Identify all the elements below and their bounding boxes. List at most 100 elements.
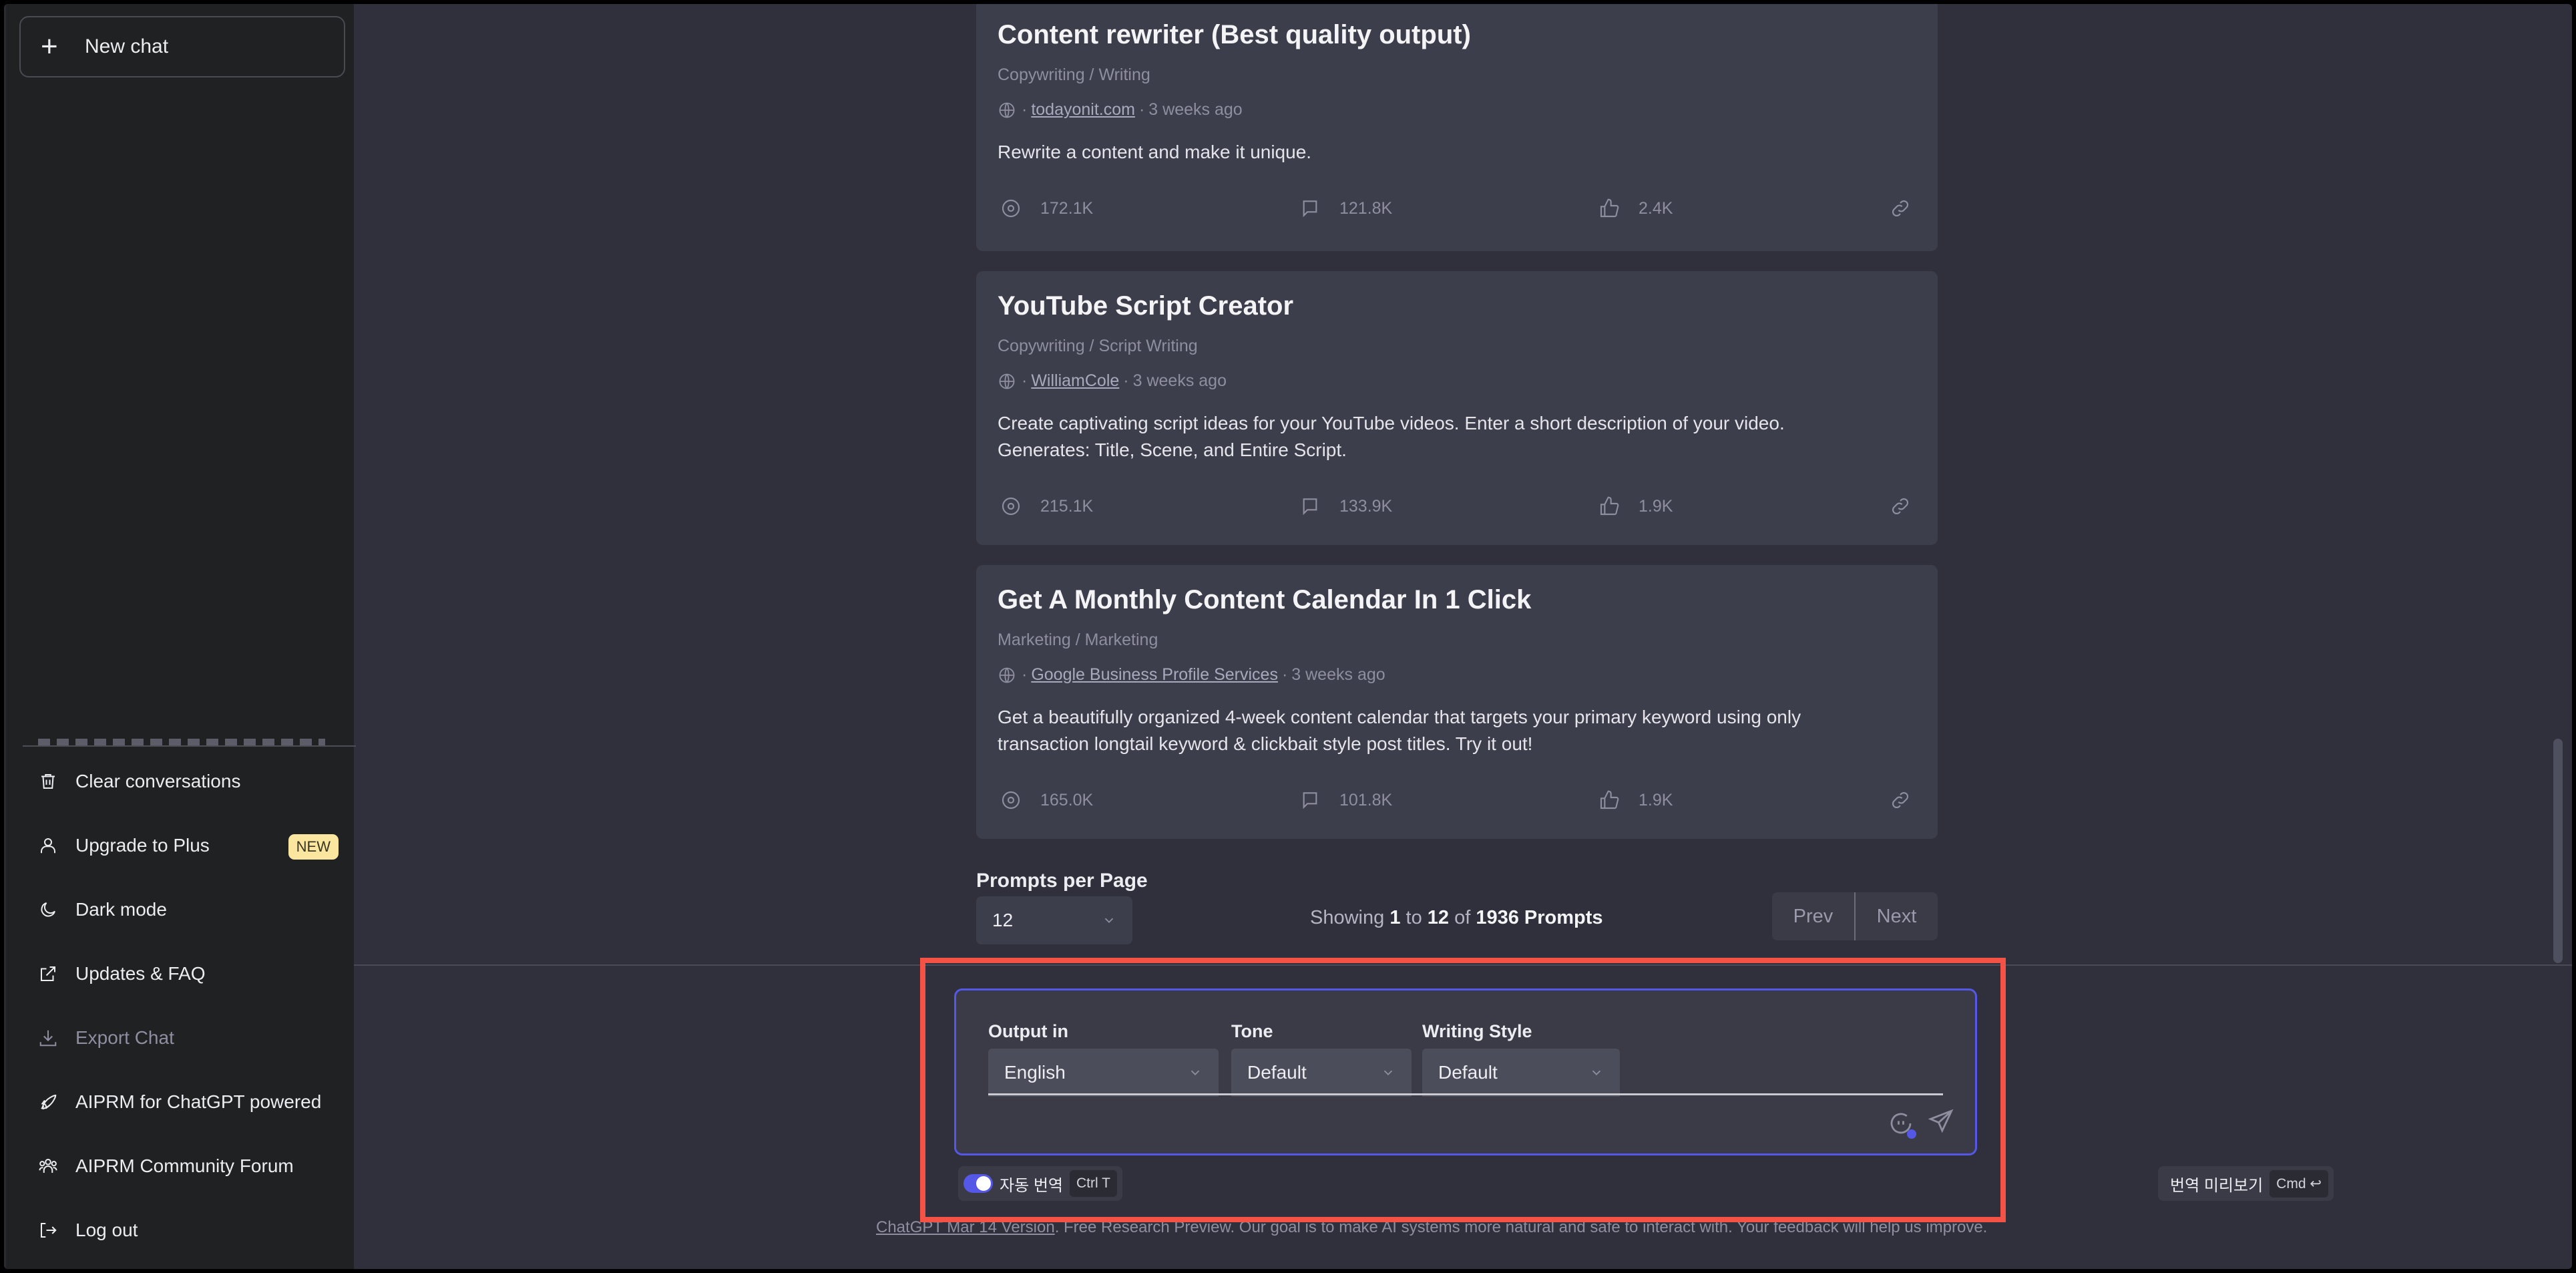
prompt-age: 3 weeks ago: [1132, 371, 1227, 390]
sidebar-item-label: Dark mode: [75, 899, 167, 920]
link-icon: [1892, 791, 1909, 809]
chevron-down-icon: [1383, 1070, 1393, 1076]
likes-stat[interactable]: 1.9K: [1598, 496, 1673, 517]
prompt-stats: 172.1K 121.8K 2.4K: [998, 198, 1911, 224]
showing-prefix: Showing: [1310, 907, 1385, 928]
comments-count: 101.8K: [1339, 790, 1393, 809]
prompts-per-page-select[interactable]: 12: [976, 896, 1132, 944]
thumbs-up-icon: [1600, 198, 1619, 218]
globe-icon: [999, 667, 1015, 683]
prompt-title[interactable]: Get A Monthly Content Calendar In 1 Clic…: [998, 585, 1531, 615]
link-icon: [1892, 200, 1909, 217]
comment-icon: [1303, 792, 1317, 809]
auto-translate-control: 자동 번역 Ctrl T: [958, 1166, 1122, 1201]
output-language-select[interactable]: English: [988, 1049, 1219, 1097]
new-chat-label: New chat: [85, 35, 169, 57]
new-chat-button[interactable]: + New chat: [19, 16, 345, 77]
globe-icon: [999, 373, 1015, 389]
pager: Prev Next: [1772, 892, 1938, 940]
chevron-down-icon: [1191, 1070, 1200, 1076]
sidebar-item-log-out[interactable]: Log out: [38, 1210, 339, 1250]
likes-count: 1.9K: [1639, 496, 1673, 516]
logout-icon: [38, 1220, 58, 1240]
prompt-title[interactable]: YouTube Script Creator: [998, 291, 1293, 321]
likes-stat[interactable]: 1.9K: [1598, 789, 1673, 811]
prompt-stats: 165.0K 101.8K 1.9K: [998, 789, 1911, 816]
separator: ·: [1022, 371, 1028, 390]
chevron-down-icon: [1104, 918, 1114, 924]
sidebar-item-aiprm-powered[interactable]: AIPRM for ChatGPT powered: [38, 1082, 339, 1122]
prompt-description: Create captivating script ideas for your…: [998, 413, 1785, 460]
likes-count: 1.9K: [1639, 790, 1673, 809]
sidebar-item-label: Log out: [75, 1220, 138, 1240]
prompt-card[interactable]: Content rewriter (Best quality output) C…: [976, 4, 1938, 251]
sidebar-item-clear-conversations[interactable]: Clear conversations: [38, 761, 339, 801]
sidebar-item-label: Updates & FAQ: [75, 963, 206, 984]
tone-select[interactable]: Default: [1231, 1049, 1412, 1097]
link-icon: [1892, 498, 1909, 515]
eye-icon: [1002, 497, 1020, 516]
shortcut-badge: Cmd ↩: [2270, 1169, 2328, 1198]
total-prompts: 1936 Prompts: [1476, 907, 1603, 928]
prompt-category: Copywriting / Script Writing: [998, 337, 1198, 355]
prompt-title[interactable]: Content rewriter (Best quality output): [998, 20, 1471, 50]
output-language-label: Output in: [988, 1021, 1068, 1041]
writing-style-select[interactable]: Default: [1422, 1049, 1620, 1097]
comments-stat: 121.8K: [1299, 198, 1392, 219]
output-language-value: English: [1004, 1062, 1066, 1083]
sidebar-item-community-forum[interactable]: AIPRM Community Forum: [38, 1146, 339, 1186]
pagination-summary: Showing 1 to 12 of 1936 Prompts: [1310, 907, 1603, 929]
per-page-value: 12: [992, 910, 1014, 930]
copy-link-button[interactable]: [1890, 496, 1911, 517]
prompt-input-box[interactable]: Output in English Tone Default Writing S…: [954, 988, 1977, 1155]
copy-link-button[interactable]: [1890, 198, 1911, 219]
prompt-age: 3 weeks ago: [1148, 100, 1243, 119]
sidebar-item-updates-faq[interactable]: Updates & FAQ: [38, 954, 339, 994]
send-button[interactable]: [1927, 1107, 1955, 1139]
new-badge: NEW: [288, 834, 339, 860]
prompt-card[interactable]: YouTube Script Creator Copywriting / Scr…: [976, 271, 1938, 545]
sidebar-item-label: AIPRM for ChatGPT powered: [75, 1091, 322, 1112]
prompt-description: Rewrite a content and make it unique.: [998, 142, 1312, 162]
separator: ·: [1022, 665, 1028, 684]
author-link[interactable]: todayonit.com: [1031, 100, 1135, 120]
sidebar-item-upgrade-to-plus[interactable]: Upgrade to Plus NEW: [38, 826, 339, 866]
plus-icon: +: [41, 30, 58, 63]
author-link[interactable]: WilliamCole: [1031, 371, 1119, 391]
prompt-category: Copywriting / Writing: [998, 65, 1150, 84]
sidebar-item-label: Upgrade to Plus: [75, 835, 210, 856]
translate-assistant-button[interactable]: [1887, 1109, 1916, 1139]
writing-style-label: Writing Style: [1422, 1021, 1532, 1041]
prev-button[interactable]: Prev: [1772, 892, 1854, 940]
comments-count: 121.8K: [1339, 198, 1393, 218]
comment-icon: [1303, 498, 1317, 516]
next-button[interactable]: Next: [1856, 892, 1938, 940]
prompt-description: Get a beautifully organized 4-week conte…: [998, 707, 1801, 754]
prompt-stats: 215.1K 133.9K 1.9K: [998, 496, 1911, 522]
composer-divider: [354, 964, 2572, 966]
scrollbar-thumb[interactable]: [2553, 739, 2563, 963]
author-link[interactable]: Google Business Profile Services: [1031, 665, 1278, 685]
views-count: 215.1K: [1040, 496, 1094, 516]
views-stat: 165.0K: [1000, 789, 1093, 811]
main-content: Content rewriter (Best quality output) C…: [354, 4, 2572, 1269]
rocket-icon: [38, 1092, 58, 1112]
likes-stat[interactable]: 2.4K: [1598, 198, 1673, 219]
composer-actions: [1887, 1107, 1955, 1139]
translation-preview-button[interactable]: 번역 미리보기 Cmd ↩: [2158, 1166, 2334, 1201]
conversation-item-partial[interactable]: [38, 735, 325, 745]
sidebar-item-label: AIPRM Community Forum: [75, 1155, 294, 1176]
copy-link-button[interactable]: [1890, 789, 1911, 811]
sidebar-item-export-chat[interactable]: Export Chat: [38, 1018, 339, 1058]
version-link[interactable]: ChatGPT Mar 14 Version: [876, 1218, 1055, 1236]
app-window: + New chat Clear conversations Upgrade t…: [4, 4, 2572, 1269]
auto-translate-toggle[interactable]: [963, 1174, 993, 1193]
tone-value: Default: [1247, 1062, 1307, 1083]
thumbs-up-icon: [1600, 790, 1619, 809]
sidebar-item-dark-mode[interactable]: Dark mode: [38, 890, 339, 930]
prompt-meta: · todayonit.com · 3 weeks ago: [998, 100, 1243, 120]
shortcut-badge: Ctrl T: [1070, 1170, 1117, 1197]
writing-style-field: Writing Style Default: [1422, 1021, 1620, 1097]
prompt-card[interactable]: Get A Monthly Content Calendar In 1 Clic…: [976, 565, 1938, 839]
tone-label: Tone: [1231, 1021, 1273, 1041]
